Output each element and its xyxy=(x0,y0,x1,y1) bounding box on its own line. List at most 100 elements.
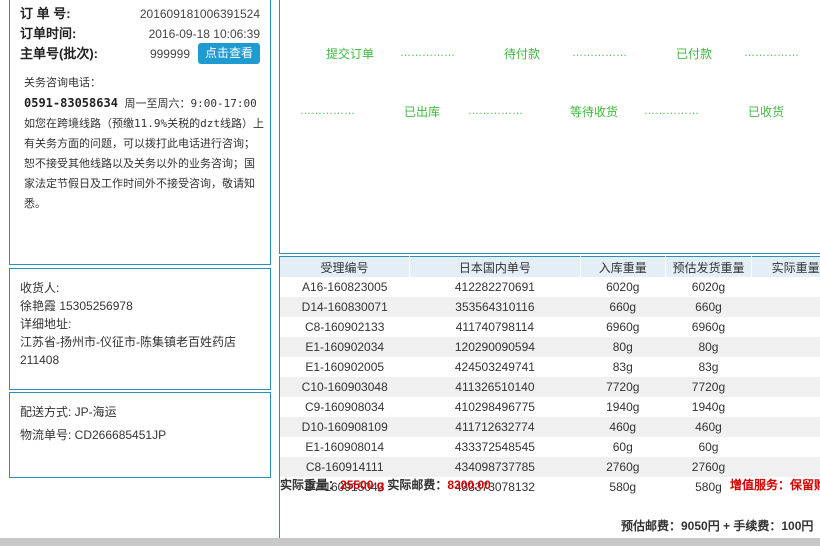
table-cell: C10-160903048 xyxy=(280,377,410,397)
step-awaiting-payment: 待付款 xyxy=(504,47,541,61)
table-cell: C9-160908034 xyxy=(305,400,385,414)
table-row: C9-160908034 410298496775 1940g 1940g xyxy=(280,397,820,417)
progress-dots: …………… xyxy=(744,47,799,59)
order-time-row: 订单时间: 2016-09-18 10:06:39 xyxy=(20,25,260,43)
package-table: 受理编号 日本国内单号 入库重量 预估发货重量 实际重量 A16-1608230… xyxy=(280,256,820,497)
table-cell: 580g xyxy=(609,480,637,494)
step-submit-order: 提交订单 xyxy=(326,47,375,61)
col-header-estimated-weight: 预估发货重量 xyxy=(665,256,753,277)
col-header-inbound-weight: 入库重量 xyxy=(580,256,666,277)
table-row: E1-160908014 433372548545 60g 60g xyxy=(280,437,820,457)
table-cell: 2760g xyxy=(665,457,752,477)
consult-text: 如您在跨境线路（预缴11.9%关税的dzt线路）上有关务方面的问题，可以拨打此电… xyxy=(24,117,264,210)
master-number-value: 999999 xyxy=(149,47,190,61)
consult-title: 关务咨询电话： xyxy=(24,76,101,89)
table-cell: 120290090594 xyxy=(409,337,581,357)
table-cell xyxy=(752,397,820,417)
table-cell: 80g xyxy=(580,337,666,357)
receiver-label: 收货人: xyxy=(20,281,60,295)
view-batch-button[interactable]: 点击查看 xyxy=(197,43,260,64)
table-cell xyxy=(751,377,820,397)
receiver-panel: 收货人: 徐艳霞 15305256978 详细地址: 江苏省-扬州市-仪征市-陈… xyxy=(9,268,271,390)
table-cell: E1-160902005 xyxy=(305,360,385,374)
horizontal-scrollbar[interactable] xyxy=(0,538,820,546)
actual-weight-value: 25500 g xyxy=(340,478,385,492)
table-cell: C8-160914111 xyxy=(280,457,410,477)
col-header-acceptance-no: 受理编号 xyxy=(280,256,410,277)
tracking-number: 物流单号: CD266685451JP xyxy=(20,428,167,442)
table-cell xyxy=(751,337,820,357)
table-cell: 353564310116 xyxy=(409,297,581,317)
address-label: 详细地址: xyxy=(20,317,72,331)
master-number-label: 主单号(批次): xyxy=(20,46,98,61)
table-row: A16-160823005 412282270691 6020g 6020g xyxy=(280,277,820,297)
table-cell: 412282270691 xyxy=(454,280,535,294)
step-paid: 已付款 xyxy=(676,47,713,61)
table-cell: E1-160908014 xyxy=(305,440,385,454)
master-number-row: 主单号(批次): 999999 点击查看 xyxy=(20,43,260,64)
progress-dots: …………… xyxy=(644,105,699,117)
table-cell: 60g xyxy=(612,440,633,454)
table-cell: 424503249741 xyxy=(454,360,535,374)
order-number-row: 订 单 号: 201609181006391524 xyxy=(20,5,260,23)
table-cell: 6020g xyxy=(606,280,640,294)
table-cell xyxy=(751,417,820,437)
table-cell: 660g xyxy=(665,297,752,317)
table-cell: 6020g xyxy=(691,280,726,294)
table-cell: 80g xyxy=(665,337,752,357)
table-row: C10-160903048 411326510140 7720g 7720g xyxy=(280,377,820,397)
table-row: D10-160908109 411712632774 460g 460g xyxy=(280,417,820,437)
table-cell xyxy=(752,317,820,337)
shipping-panel: 配送方式: JP-海运 物流单号: CD266685451JP xyxy=(9,392,271,478)
table-cell xyxy=(752,277,820,297)
step-received: 已收货 xyxy=(748,105,785,119)
table-row: D14-160830071 353564310116 660g 660g xyxy=(280,297,820,317)
consult-phone: 0591-83058634 xyxy=(24,96,118,110)
table-cell xyxy=(751,457,820,477)
table-cell: 7720g xyxy=(665,377,752,397)
progress-dots: …………… xyxy=(300,105,355,117)
estimated-postage: 预估邮费：9050円 + 手续费：100円 xyxy=(621,519,814,533)
customs-consult-info: 关务咨询电话： 0591-83058634 周一至周六：9:00-17:00 如… xyxy=(24,73,264,214)
col-header-jp-tracking: 日本国内单号 xyxy=(409,256,581,277)
table-cell: 410298496775 xyxy=(454,400,535,414)
table-cell: E1-160902034 xyxy=(280,337,410,357)
table-cell: 83g xyxy=(612,360,633,374)
table-cell: 460g xyxy=(665,417,752,437)
table-cell: C8-160902133 xyxy=(305,320,385,334)
table-row: E1-160902005 424503249741 83g 83g xyxy=(280,357,820,377)
address-line-1: 江苏省-扬州市-仪征市-陈集镇老百姓药店 xyxy=(20,335,236,349)
table-cell: 433372548545 xyxy=(454,440,535,454)
table-cell: 83g xyxy=(698,360,719,374)
step-shipped-out: 已出库 xyxy=(404,105,441,119)
progress-dots: …………… xyxy=(468,105,523,117)
table-cell: 60g xyxy=(698,440,719,454)
order-number-value: 201609181006391524 xyxy=(139,7,260,21)
table-cell: 660g xyxy=(580,297,666,317)
address-line-2: 211408 xyxy=(20,353,60,367)
actual-weight-label: 实际重量： xyxy=(280,478,341,492)
table-cell: 411712632774 xyxy=(409,417,581,437)
table-cell: 1940g xyxy=(691,400,726,414)
table-header-row: 受理编号 日本国内单号 入库重量 预估发货重量 实际重量 xyxy=(280,256,820,277)
table-cell: 1940g xyxy=(606,400,640,414)
order-time-label: 订单时间: xyxy=(20,26,77,41)
table-cell: 6960g xyxy=(691,320,726,334)
table-cell: A16-160823005 xyxy=(302,280,388,294)
step-awaiting-receipt: 等待收货 xyxy=(570,105,619,119)
progress-dots: …………… xyxy=(572,47,627,59)
table-cell xyxy=(752,437,820,457)
table-cell: 460g xyxy=(580,417,666,437)
table-cell xyxy=(751,297,820,317)
actual-postage-label: 实际邮费： xyxy=(387,478,448,492)
consult-hours: 周一至周六：9:00-17:00 xyxy=(124,97,257,110)
order-info-panel: 订 单 号: 201609181006391524 订单时间: 2016-09-… xyxy=(9,0,271,265)
table-cell: D10-160908109 xyxy=(280,417,410,437)
col-header-actual-weight: 实际重量 xyxy=(751,256,820,277)
order-progress-panel: 提交订单 …………… 待付款 …………… 已付款 …………… …………… 已出库… xyxy=(279,0,820,254)
table-cell: 411740798114 xyxy=(455,320,535,334)
package-table-area: 受理编号 日本国内单号 入库重量 预估发货重量 实际重量 A16-1608230… xyxy=(279,256,820,538)
table-cell: 2760g xyxy=(580,457,666,477)
table-cell: D14-160830071 xyxy=(280,297,410,317)
table-row: E1-160902034 120290090594 80g 80g xyxy=(280,337,820,357)
